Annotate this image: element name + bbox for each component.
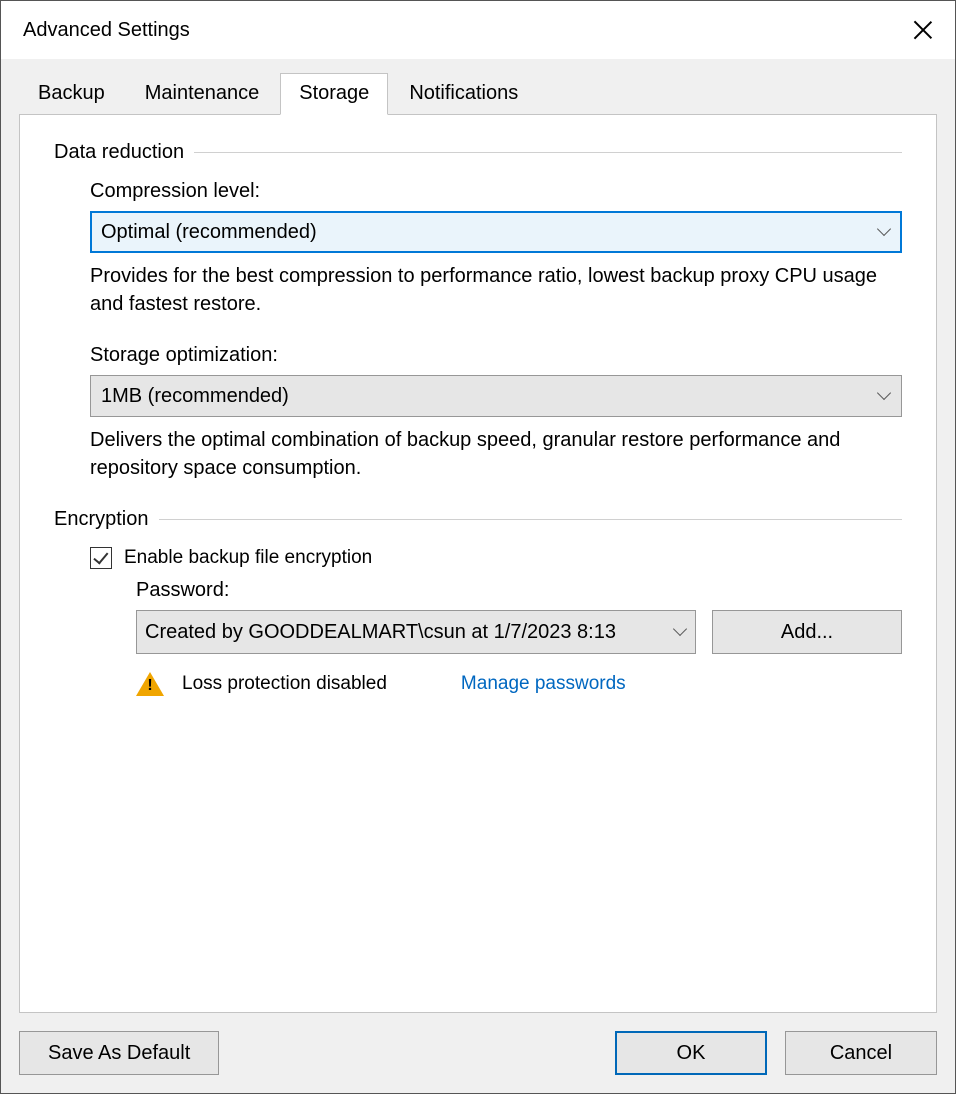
storage-opt-value: 1MB (recommended) <box>101 385 877 408</box>
ok-button[interactable]: OK <box>615 1031 767 1075</box>
group-encryption: Encryption <box>54 508 902 531</box>
group-label-encryption: Encryption <box>54 508 149 531</box>
dialog-footer: Save As Default OK Cancel <box>19 1013 937 1075</box>
save-as-default-label: Save As Default <box>48 1042 190 1065</box>
compression-desc: Provides for the best compression to per… <box>90 263 902 318</box>
cancel-label: Cancel <box>830 1042 892 1065</box>
enable-encryption-label: Enable backup file encryption <box>124 547 372 569</box>
storage-opt-label: Storage optimization: <box>90 344 902 367</box>
ok-label: OK <box>677 1042 706 1065</box>
add-password-button[interactable]: Add... <box>712 610 902 654</box>
password-select[interactable]: Created by GOODDEALMART\csun at 1/7/2023… <box>136 610 696 654</box>
tab-storage[interactable]: Storage <box>280 73 388 115</box>
storage-opt-select[interactable]: 1MB (recommended) <box>90 375 902 417</box>
tabstrip: Backup Maintenance Storage Notifications <box>19 73 937 114</box>
tabpanel-storage: Data reduction Compression level: Optima… <box>19 114 937 1013</box>
password-label: Password: <box>136 579 902 602</box>
enable-encryption-row: Enable backup file encryption <box>90 547 902 569</box>
close-icon[interactable] <box>909 16 937 44</box>
dialog-body: Backup Maintenance Storage Notifications… <box>1 59 955 1093</box>
encryption-status-row: Loss protection disabled Manage password… <box>136 672 902 696</box>
divider <box>159 519 903 520</box>
loss-protection-text: Loss protection disabled <box>182 673 387 695</box>
group-data-reduction: Data reduction <box>54 141 902 164</box>
chevron-down-icon <box>673 625 687 639</box>
tab-notifications[interactable]: Notifications <box>390 73 537 114</box>
password-value: Created by GOODDEALMART\csun at 1/7/2023… <box>145 621 673 644</box>
advanced-settings-dialog: Advanced Settings Backup Maintenance Sto… <box>0 0 956 1094</box>
storage-opt-desc: Delivers the optimal combination of back… <box>90 427 902 482</box>
titlebar: Advanced Settings <box>1 1 955 59</box>
divider <box>194 152 902 153</box>
add-button-label: Add... <box>781 621 833 644</box>
tab-maintenance[interactable]: Maintenance <box>126 73 279 114</box>
chevron-down-icon <box>877 225 891 239</box>
save-as-default-button[interactable]: Save As Default <box>19 1031 219 1075</box>
chevron-down-icon <box>877 389 891 403</box>
compression-value: Optimal (recommended) <box>101 221 877 244</box>
checkmark-icon <box>93 549 108 565</box>
warning-icon <box>136 672 164 696</box>
field-compression: Compression level: Optimal (recommended)… <box>90 180 902 318</box>
tab-backup[interactable]: Backup <box>19 73 124 114</box>
enable-encryption-checkbox[interactable] <box>90 547 112 569</box>
compression-select[interactable]: Optimal (recommended) <box>90 211 902 253</box>
cancel-button[interactable]: Cancel <box>785 1031 937 1075</box>
group-label-data-reduction: Data reduction <box>54 141 184 164</box>
password-block: Password: Created by GOODDEALMART\csun a… <box>136 579 902 696</box>
manage-passwords-link[interactable]: Manage passwords <box>461 673 626 695</box>
compression-label: Compression level: <box>90 180 902 203</box>
dialog-title: Advanced Settings <box>23 19 909 42</box>
field-storage-opt: Storage optimization: 1MB (recommended) … <box>90 344 902 482</box>
